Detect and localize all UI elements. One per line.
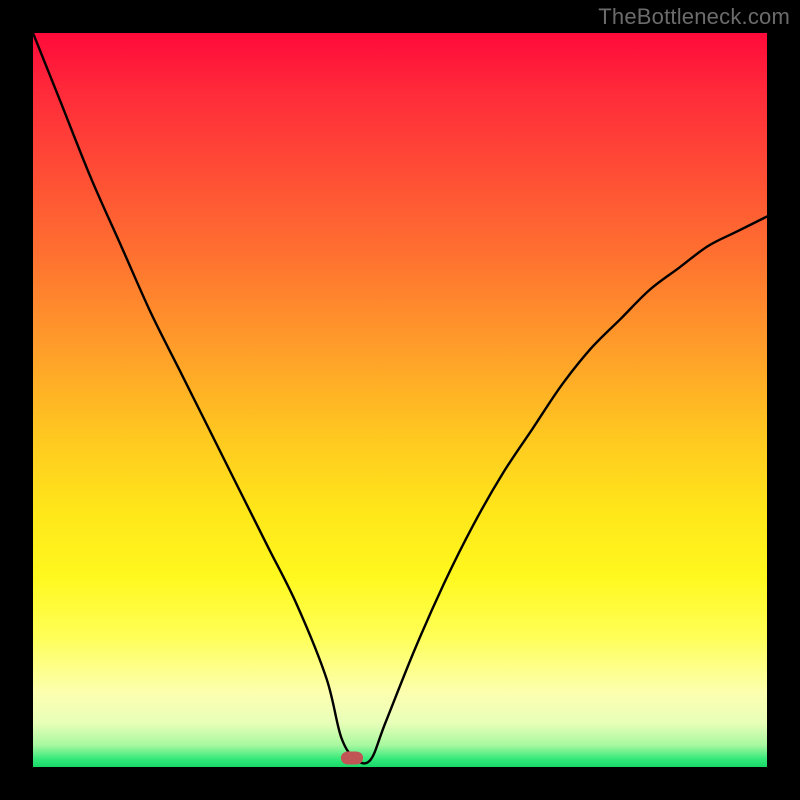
- optimal-marker: [341, 752, 363, 765]
- curve-path: [33, 33, 767, 763]
- bottleneck-curve: [33, 33, 767, 767]
- plot-area: [33, 33, 767, 767]
- watermark-text: TheBottleneck.com: [598, 4, 790, 30]
- chart-stage: TheBottleneck.com: [0, 0, 800, 800]
